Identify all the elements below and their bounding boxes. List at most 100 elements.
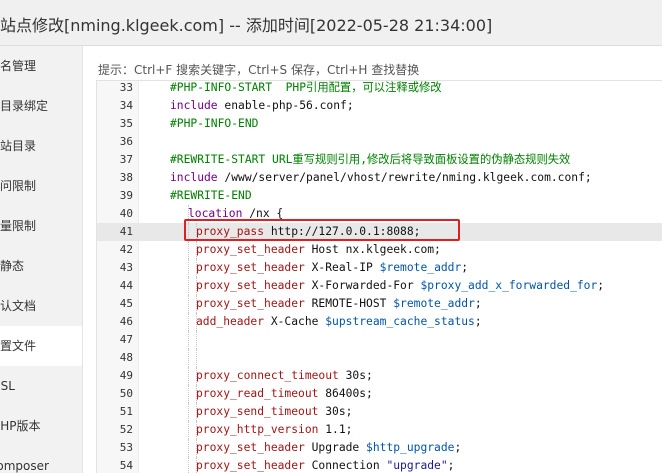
sidebar-item-2[interactable]: 子目录绑定 <box>0 86 82 126</box>
code-token: X-Cache <box>264 315 326 328</box>
sidebar-item-7[interactable]: 默认文档 <box>0 286 82 326</box>
config-code-editor[interactable]: 33 #PHP-INFO-START PHP引用配置，可以注释或修改 34 inclu… <box>96 80 662 473</box>
code-token: $upstream_cache_status <box>325 315 475 328</box>
line-number: 33 <box>119 81 133 94</box>
line-number: 45 <box>119 297 133 310</box>
code-line[interactable]: 47 <box>97 331 662 349</box>
code-token: proxy_read_timeout <box>196 387 319 400</box>
sidebar-item-8[interactable]: 配置文件 <box>0 326 82 366</box>
code-line[interactable]: 50 proxy_read_timeout 86400s; <box>97 385 662 403</box>
code-line[interactable]: 34 include enable-php-56.conf; <box>97 97 662 115</box>
line-number: 41 <box>119 225 133 238</box>
sidebar-item-11[interactable]: Composer <box>0 446 82 473</box>
code-token: proxy_connect_timeout <box>196 369 339 382</box>
code-text: proxy_set_header X-Real-IP $remote_addr; <box>196 259 468 277</box>
code-line[interactable]: 49 proxy_connect_timeout 30s; <box>97 367 662 385</box>
code-token: $proxy_add_x_forwarded_for <box>420 279 598 292</box>
code-token: proxy_send_timeout <box>196 405 319 418</box>
code-token: $remote_addr <box>393 297 475 310</box>
line-number: 44 <box>119 279 133 292</box>
code-token: ; <box>597 279 605 292</box>
indent-guide <box>188 349 189 367</box>
indent-guide <box>188 385 189 403</box>
code-token: Host nx.klgeek.com; <box>304 243 441 256</box>
sidebar-item-6[interactable]: 伪静态 <box>0 246 82 286</box>
sidebar-item-10[interactable]: PHP版本 <box>0 406 82 446</box>
code-text: location /nx { <box>188 205 283 223</box>
code-line[interactable]: 41 proxy_pass http://127.0.0.1:8088; <box>97 223 662 241</box>
code-line[interactable]: 35 #PHP-INFO-END <box>97 115 662 133</box>
indent-guide <box>188 313 189 331</box>
code-line[interactable]: 53 proxy_set_header Upgrade $http_upgrade… <box>97 439 662 457</box>
code-token: proxy_set_header <box>196 297 305 310</box>
sidebar-item-5[interactable]: 流量限制 <box>0 206 82 246</box>
code-text: proxy_set_header Host nx.klgeek.com; <box>196 241 441 259</box>
indent-guide <box>188 403 189 421</box>
code-text: add_header X-Cache $upstream_cache_statu… <box>196 313 482 331</box>
code-line[interactable]: 39 #REWRITE-END <box>97 187 662 205</box>
line-number: 43 <box>119 261 133 274</box>
line-number: 49 <box>119 369 133 382</box>
indent-guide <box>188 331 189 349</box>
code-token: 30s; <box>338 369 373 382</box>
code-line[interactable]: 51 proxy_send_timeout 30s; <box>97 403 662 421</box>
code-token: location <box>188 207 243 220</box>
code-token: X-Real-IP <box>304 261 380 274</box>
indent-guide <box>188 223 189 241</box>
sidebar-item-3[interactable]: 网站目录 <box>0 126 82 166</box>
code-token: "upgrade" <box>386 459 448 472</box>
code-token: #REWRITE-START URL重写规则引用,修改后将导致面板设置的伪静态规… <box>170 153 571 166</box>
line-number: 54 <box>119 459 133 472</box>
code-line[interactable]: 54 proxy_set_header Connection "upgrade"; <box>97 457 662 473</box>
code-text: include enable-php-56.conf; <box>170 97 354 115</box>
code-text: include /www/server/panel/vhost/rewrite/… <box>170 169 592 187</box>
code-token: proxy_set_header <box>196 441 305 454</box>
sidebar-item-4[interactable]: 访问限制 <box>0 166 82 206</box>
code-line[interactable]: 45 proxy_set_header REMOTE-HOST $remote_a… <box>97 295 662 313</box>
code-token: $http_upgrade <box>366 441 455 454</box>
code-token: $remote_addr <box>379 261 462 274</box>
code-text: proxy_http_version 1.1; <box>196 421 352 439</box>
line-number: 42 <box>119 243 133 256</box>
indent-guide <box>196 349 197 367</box>
line-number: 34 <box>119 99 133 112</box>
code-token: X-Forwarded-For <box>304 279 421 292</box>
code-line[interactable]: 46 add_header X-Cache $upstream_cache_sta… <box>97 313 662 331</box>
code-line[interactable]: 38 include /www/server/panel/vhost/rewrit… <box>97 169 662 187</box>
code-token: /nx { <box>242 207 284 220</box>
code-text: proxy_set_header REMOTE-HOST $remote_add… <box>196 295 482 313</box>
code-token: proxy_pass <box>196 225 265 238</box>
sidebar-item-9[interactable]: SSL <box>0 366 82 406</box>
sidebar-item-1[interactable]: 域名管理 <box>0 46 82 86</box>
code-token: include <box>170 99 218 112</box>
code-token: proxy_set_header <box>196 261 305 274</box>
code-token: enable-php-56.conf; <box>217 99 354 112</box>
dialog-title-bar: 站点修改[nming.klgeek.com] -- 添加时间[2022-05-2… <box>0 0 662 46</box>
code-token: /www/server/panel/vhost/rewrite/nming.kl… <box>217 171 592 184</box>
code-token: proxy_set_header <box>196 243 305 256</box>
code-token: #PHP-INFO-START PHP引用配置，可以注释或修改 <box>170 81 442 94</box>
code-line[interactable]: 42 proxy_set_header Host nx.klgeek.com; <box>97 241 662 259</box>
code-token: #PHP-INFO-END <box>170 117 259 130</box>
indent-guide <box>188 277 189 295</box>
code-line[interactable]: 37 #REWRITE-START URL重写规则引用,修改后将导致面板设置的伪静… <box>97 151 662 169</box>
code-token: ; <box>461 261 469 274</box>
sidebar-item-label: 配置文件 <box>0 339 37 353</box>
code-text: #REWRITE-START URL重写规则引用,修改后将导致面板设置的伪静态规… <box>170 151 570 169</box>
sidebar-item-label: 默认文档 <box>0 299 37 313</box>
code-line[interactable]: 40 location /nx { <box>97 205 662 223</box>
code-line[interactable]: 43 proxy_set_header X-Real-IP $remote_add… <box>97 259 662 277</box>
line-number: 39 <box>119 189 133 202</box>
code-text: proxy_read_timeout 86400s; <box>196 385 373 403</box>
code-line[interactable]: 36 <box>97 133 662 151</box>
dialog-title: 站点修改[nming.klgeek.com] -- 添加时间[2022-05-2… <box>0 16 493 35</box>
code-line[interactable]: 44 proxy_set_header X-Forwarded-For $prox… <box>97 277 662 295</box>
line-number: 38 <box>119 171 133 184</box>
code-line[interactable]: 52 proxy_http_version 1.1; <box>97 421 662 439</box>
code-line[interactable]: 48 <box>97 349 662 367</box>
line-number: 40 <box>119 207 133 220</box>
code-token: http://127.0.0.1:8088; <box>264 225 421 238</box>
sidebar-item-label: 域名管理 <box>0 59 37 73</box>
code-line[interactable]: 33 #PHP-INFO-START PHP引用配置，可以注释或修改 <box>97 81 662 97</box>
code-text: proxy_send_timeout 30s; <box>196 403 352 421</box>
